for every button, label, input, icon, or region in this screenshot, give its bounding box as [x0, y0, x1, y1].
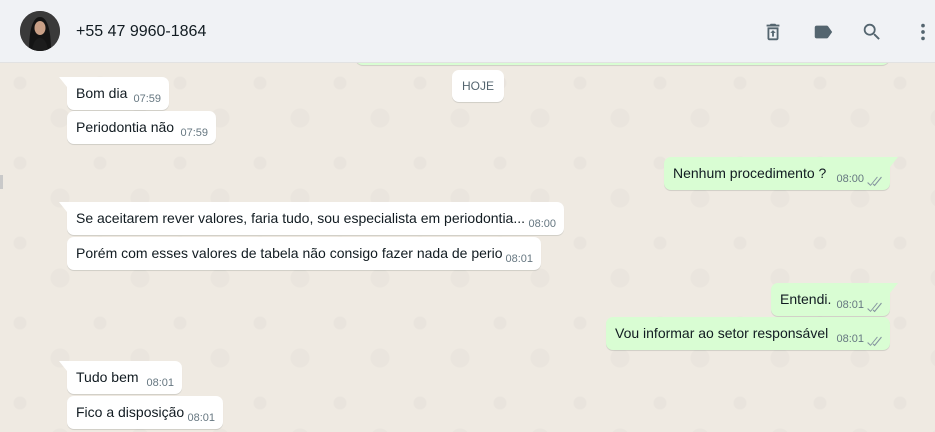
message-time: 07:59 [180, 127, 208, 139]
message-incoming[interactable]: Porém com esses valores de tabela não co… [67, 237, 541, 270]
message-incoming[interactable]: Bom dia 07:59 [59, 77, 169, 110]
message-time: 07:59 [133, 93, 161, 105]
message-time: 08:01 [187, 412, 215, 424]
scroll-indicator [0, 175, 3, 189]
day-separator: HOJE [452, 70, 504, 102]
chat-area[interactable]: HOJE Bom dia 07:59 Periodontia não 07:59… [0, 63, 935, 432]
message-text: Entendi. [780, 291, 832, 307]
message-time: 08:00 [528, 218, 556, 230]
message-incoming[interactable]: Se aceitarem rever valores, faria tudo, … [59, 202, 564, 235]
message-text: Se aceitarem rever valores, faria tudo, … [76, 210, 526, 226]
message-text: Nenhum procedimento ? [673, 165, 827, 181]
message-text: Fico a disposição [76, 404, 185, 420]
read-ticks-icon [866, 300, 882, 313]
contact-avatar[interactable] [20, 11, 60, 51]
message-outgoing[interactable]: Entendi. 08:01 [771, 283, 898, 316]
message-incoming[interactable]: Fico a disposição 08:01 [67, 396, 223, 429]
message-outgoing[interactable]: Vou informar ao setor responsável 08:01 [606, 317, 890, 350]
message-incoming[interactable]: Tudo bem 08:01 [59, 361, 182, 394]
message-time: 08:01 [146, 377, 174, 389]
message-outgoing[interactable]: Nenhum procedimento ? 08:00 [664, 157, 898, 190]
search-icon[interactable] [861, 21, 883, 43]
message-text: Porém com esses valores de tabela não co… [76, 245, 503, 261]
message-text: Bom dia [76, 85, 128, 101]
message-text: Tudo bem [76, 369, 139, 385]
label-icon[interactable] [812, 21, 834, 43]
delete-icon[interactable] [762, 21, 784, 43]
contact-name[interactable]: +55 47 9960-1864 [76, 23, 206, 41]
read-ticks-icon [866, 174, 882, 187]
message-time: 08:01 [836, 333, 864, 345]
read-ticks-icon [866, 334, 882, 347]
message-text: Periodontia não [76, 119, 175, 135]
message-time: 08:00 [836, 173, 864, 185]
message-text: Vou informar ao setor responsável [615, 325, 829, 341]
previous-message-fragment [355, 63, 890, 65]
message-time: 08:01 [836, 299, 864, 311]
menu-icon[interactable] [912, 21, 932, 43]
message-incoming[interactable]: Periodontia não 07:59 [67, 111, 216, 144]
chat-header: +55 47 9960-1864 [0, 0, 935, 63]
message-time: 08:01 [505, 253, 533, 265]
